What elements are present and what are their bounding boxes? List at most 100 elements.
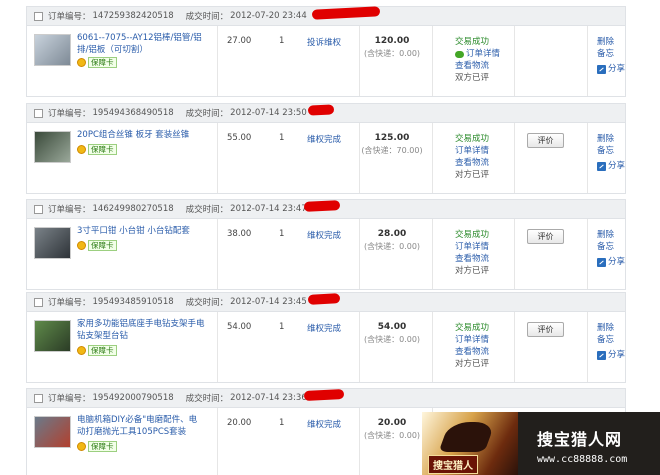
order-detail-link[interactable]: 订单详情	[455, 334, 489, 346]
product-title-link[interactable]: 6061--7075--AY12铝棒/铝管/铝排/铝板（可切割）	[77, 32, 205, 56]
shipping-fee: (含快递：0.00)	[363, 49, 421, 58]
order-detail-link[interactable]: 订单详情	[455, 145, 489, 157]
order-no-label: 订单编号：	[48, 298, 91, 308]
order-ops: 删除 备忘 分享	[597, 133, 625, 172]
order-number: 195493485910518	[92, 297, 174, 307]
unit-price: 20.00	[227, 418, 252, 428]
product-thumbnail[interactable]	[34, 131, 71, 163]
trade-status: 交易成功 订单详情 查看物流 对方已评	[455, 322, 489, 370]
guarantee-badge: 保障卡	[77, 144, 117, 155]
product-title-link[interactable]: 电脑机箱DIY必备"电磨配件、电动打磨抛光工具105PCS套装	[77, 414, 205, 438]
watermark-url: www.cc88888.com	[537, 454, 628, 465]
chat-icon	[455, 50, 464, 58]
guarantee-badge: 保障卡	[77, 240, 117, 251]
product-title-link[interactable]: 20PC组合丝锥 板牙 套装丝锥	[77, 129, 205, 141]
refund-status-link[interactable]: 维权完成	[307, 133, 341, 145]
delete-link[interactable]: 删除	[597, 229, 625, 241]
order-total: 125.00	[374, 133, 410, 143]
memo-link[interactable]: 备忘	[597, 241, 625, 253]
delete-link[interactable]: 删除	[597, 322, 625, 334]
product-thumbnail[interactable]	[34, 320, 71, 352]
rating-status: 对方已评	[455, 170, 490, 180]
guarantee-icon	[77, 442, 86, 451]
memo-link[interactable]: 备忘	[597, 48, 625, 60]
guarantee-badge: 保障卡	[77, 441, 117, 452]
memo-link[interactable]: 备忘	[597, 334, 625, 346]
guarantee-icon	[77, 58, 86, 67]
shipping-fee: (含快递：70.00)	[361, 146, 423, 155]
deal-time-label: 成交时间：	[185, 394, 229, 404]
order-body: 3寸平口钳 小台钳 小台钻配套 保障卡 38.00 1 维权完成 28.00 (…	[26, 219, 626, 290]
product-thumbnail[interactable]	[34, 416, 71, 448]
view-logistics-link[interactable]: 查看物流	[455, 157, 489, 169]
redaction-mark	[311, 6, 381, 20]
share-icon	[597, 161, 606, 171]
memo-link[interactable]: 备忘	[597, 145, 625, 157]
order-checkbox[interactable]	[34, 297, 43, 307]
delete-link[interactable]: 删除	[597, 36, 625, 48]
deal-time: 2012-07-14 23:36	[230, 393, 307, 403]
share-link[interactable]: 分享	[597, 349, 625, 361]
unit-price: 54.00	[227, 322, 252, 332]
order-total: 54.00	[377, 322, 407, 332]
order-body: 家用多功能铝底座手电钻支架手电钻支架型台钻 保障卡 54.00 1 维权完成 5…	[26, 312, 626, 383]
order-ops: 删除 备忘 分享	[597, 36, 625, 75]
product-thumbnail[interactable]	[34, 227, 71, 259]
order-checkbox[interactable]	[34, 393, 43, 403]
order-detail-link[interactable]: 订单详情	[455, 48, 500, 60]
shipping-fee: (含快递：0.00)	[363, 335, 421, 344]
order-checkbox[interactable]	[34, 204, 43, 214]
refund-status-link[interactable]: 维权完成	[307, 418, 341, 430]
order-body: 6061--7075--AY12铝棒/铝管/铝排/铝板（可切割） 保障卡 27.…	[26, 26, 626, 97]
order-number: 195492000790518	[92, 393, 174, 403]
order-no-label: 订单编号：	[48, 205, 91, 215]
deal-time-label: 成交时间：	[185, 12, 229, 22]
order-card: 订单编号： 147259382420518 成交时间： 2012-07-20 2…	[26, 6, 626, 97]
order-ops: 删除 备忘 分享	[597, 322, 625, 361]
product-thumbnail[interactable]	[34, 34, 71, 66]
order-checkbox[interactable]	[34, 11, 43, 21]
order-detail-link[interactable]: 订单详情	[455, 241, 489, 253]
order-checkbox[interactable]	[34, 108, 43, 118]
order-total: 20.00	[377, 418, 407, 428]
evaluate-button[interactable]: 评价	[527, 133, 564, 148]
order-card: 订单编号： 195493485910518 成交时间： 2012-07-14 2…	[26, 292, 626, 383]
quantity: 1	[279, 36, 285, 46]
evaluate-button[interactable]: 评价	[527, 322, 564, 337]
refund-status-link[interactable]: 维权完成	[307, 229, 341, 241]
deal-time-label: 成交时间：	[185, 109, 229, 119]
share-icon	[597, 350, 606, 360]
trade-status: 交易成功 订单详情 查看物流 对方已评	[455, 229, 489, 277]
product-title-link[interactable]: 家用多功能铝底座手电钻支架手电钻支架型台钻	[77, 318, 205, 342]
guarantee-icon	[77, 145, 86, 154]
rating-status: 对方已评	[455, 359, 490, 369]
delete-link[interactable]: 删除	[597, 133, 625, 145]
quantity: 1	[279, 133, 285, 143]
order-header: 订单编号： 147259382420518 成交时间： 2012-07-20 2…	[26, 6, 626, 26]
share-link[interactable]: 分享	[597, 63, 625, 75]
view-logistics-link[interactable]: 查看物流	[455, 253, 489, 265]
deal-time: 2012-07-14 23:50	[230, 108, 307, 118]
unit-price: 38.00	[227, 229, 252, 239]
deal-time: 2012-07-20 23:44	[230, 11, 307, 21]
view-logistics-link[interactable]: 查看物流	[455, 60, 500, 72]
share-icon	[597, 257, 606, 267]
share-link[interactable]: 分享	[597, 160, 625, 172]
refund-status-link[interactable]: 维权完成	[307, 322, 341, 334]
product-title-link[interactable]: 3寸平口钳 小台钳 小台钻配套	[77, 225, 205, 237]
trade-status-text: 交易成功	[455, 323, 490, 333]
order-header: 订单编号： 195494368490518 成交时间： 2012-07-14 2…	[26, 103, 626, 123]
evaluate-button[interactable]: 评价	[527, 229, 564, 244]
share-link[interactable]: 分享	[597, 256, 625, 268]
redaction-mark	[303, 388, 345, 402]
guarantee-badge: 保障卡	[77, 345, 117, 356]
deal-time: 2012-07-14 23:47	[230, 204, 307, 214]
trade-status: 交易成功 订单详情 查看物流 双方已评	[455, 36, 500, 84]
order-body: 20PC组合丝锥 板牙 套装丝锥 保障卡 55.00 1 维权完成 125.00…	[26, 123, 626, 194]
redaction-mark	[307, 104, 335, 116]
share-icon	[597, 64, 606, 74]
view-logistics-link[interactable]: 查看物流	[455, 346, 489, 358]
order-no-label: 订单编号：	[48, 394, 91, 404]
order-no-label: 订单编号：	[48, 109, 91, 119]
refund-status-link[interactable]: 投诉维权	[307, 36, 341, 48]
